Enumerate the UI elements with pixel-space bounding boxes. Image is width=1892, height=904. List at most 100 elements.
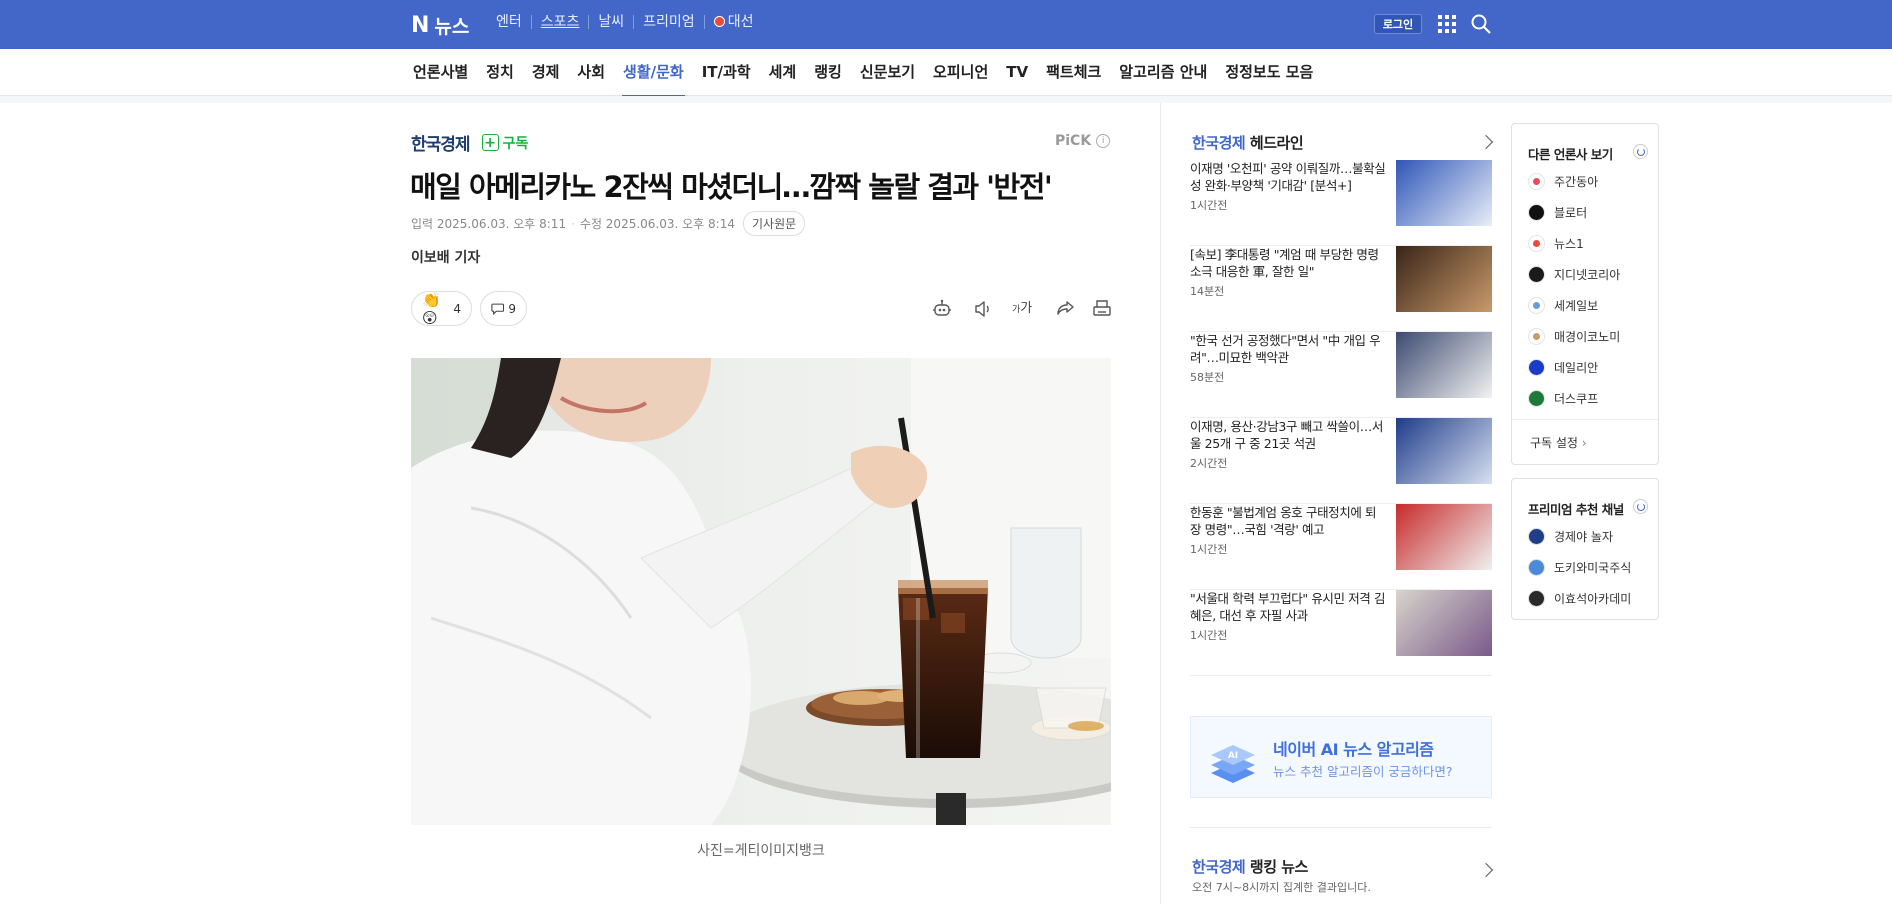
press-list-item[interactable]: 더스쿠프 xyxy=(1528,390,1598,407)
nav-item[interactable]: 정정보도 모음 xyxy=(1216,49,1322,96)
subscribe-button[interactable]: + 구독 xyxy=(481,133,528,153)
nav-item[interactable]: 세계 xyxy=(760,49,806,96)
photo-caption: 사진=게티이미지뱅크 xyxy=(697,843,825,859)
comment-button[interactable]: 9 xyxy=(480,291,527,326)
naver-news-logo[interactable]: N 뉴스 xyxy=(411,12,469,39)
nav-item[interactable]: 신문보기 xyxy=(851,49,924,96)
headline-item[interactable]: "서울대 학력 부끄럽다" 유시민 저격 김혜은, 대선 후 자필 사과 1시간전 xyxy=(1190,590,1492,676)
headline-thumbnail[interactable] xyxy=(1396,160,1492,226)
headline-thumbnail[interactable] xyxy=(1396,332,1492,398)
service-link-election[interactable]: 대선 xyxy=(703,14,763,30)
refresh-icon[interactable] xyxy=(1633,144,1648,159)
headline-thumbnail[interactable] xyxy=(1396,418,1492,484)
service-link-sports[interactable]: 스포츠 xyxy=(530,15,589,29)
nav-item[interactable]: 알고리즘 안내 xyxy=(1110,49,1216,96)
channel-avatar-icon xyxy=(1528,559,1545,576)
speaker-icon[interactable] xyxy=(972,298,994,320)
article-dateline: 입력 2025.06.03. 오후 8:11 · 수정 2025.06.03. … xyxy=(411,211,806,236)
press-name: 블로터 xyxy=(1554,206,1588,220)
headlines-brand: 한국경제 xyxy=(1192,134,1246,152)
comment-icon xyxy=(491,303,505,315)
headline-thumbnail[interactable] xyxy=(1396,504,1492,570)
top-header: N 뉴스 엔터 스포츠 날씨 프리미엄 대선 로그인 xyxy=(0,0,1892,49)
headline-time: 1시간전 xyxy=(1190,543,1228,556)
ranking-suffix: 랭킹 뉴스 xyxy=(1245,858,1308,876)
headline-title[interactable]: "서울대 학력 부끄럽다" 유시민 저격 김혜은, 대선 후 자필 사과 xyxy=(1190,590,1386,624)
pick-label: PiCK xyxy=(1055,133,1092,149)
headline-time: 58분전 xyxy=(1190,371,1225,384)
headline-title[interactable]: 한동훈 "불법계엄 옹호 구태정치에 퇴장 명령"…국힘 '격랑' 예고 xyxy=(1190,504,1386,538)
reporter-name[interactable]: 이보배 기자 xyxy=(411,247,480,267)
nav-item[interactable]: 사회 xyxy=(568,49,614,96)
press-list-item[interactable]: 데일리안 xyxy=(1528,359,1598,376)
press-name: 데일리안 xyxy=(1554,361,1599,375)
subscription-settings-link[interactable]: 구독 설정 › xyxy=(1512,419,1658,464)
headline-thumbnail[interactable] xyxy=(1396,590,1492,656)
chevron-right-icon: › xyxy=(1581,436,1587,450)
premium-channel-item[interactable]: 도키와미국주식 xyxy=(1528,559,1631,576)
headline-thumbnail[interactable] xyxy=(1396,246,1492,312)
headlines-title[interactable]: 한국경제 헤드라인 xyxy=(1192,132,1304,153)
headline-title[interactable]: "한국 선거 공정했다"면서 "中 개입 우려"…미묘한 백악관 xyxy=(1190,332,1386,366)
headline-item[interactable]: "한국 선거 공정했다"면서 "中 개입 우려"…미묘한 백악관 58분전 xyxy=(1190,332,1492,418)
nav-item[interactable]: 정치 xyxy=(477,49,523,96)
press-name: 더스쿠프 xyxy=(1554,392,1599,406)
headline-item[interactable]: 이재명 '오천피' 공약 이뤄질까…불확실성 완화·부양책 '기대감' [분석+… xyxy=(1190,160,1492,246)
nav-item[interactable]: 오피니언 xyxy=(924,49,997,96)
headline-item[interactable]: 한동훈 "불법계엄 옹호 구태정치에 퇴장 명령"…국힘 '격랑' 예고 1시간전 xyxy=(1190,504,1492,590)
press-list-item[interactable]: 매경이코노미 xyxy=(1528,328,1620,345)
nav-item[interactable]: IT/과학 xyxy=(693,49,760,96)
nav-item[interactable]: 팩트체크 xyxy=(1037,49,1110,96)
service-link-election-label: 대선 xyxy=(727,14,754,30)
headline-title[interactable]: 이재명 '오천피' 공약 이뤄질까…불확실성 완화·부양책 '기대감' [분석+… xyxy=(1190,160,1386,194)
naver-n-logo: N xyxy=(411,12,429,38)
reaction-button[interactable]: 👏😲 4 xyxy=(411,291,472,327)
font-size-icon[interactable]: 가가 xyxy=(1012,298,1034,320)
premium-channel-item[interactable]: 이효석아카데미 xyxy=(1528,590,1631,607)
nav-item[interactable]: 랭킹 xyxy=(805,49,851,96)
headline-time: 2시간전 xyxy=(1190,457,1228,470)
nav-item[interactable]: TV xyxy=(997,49,1037,96)
ranking-title[interactable]: 한국경제 랭킹 뉴스 xyxy=(1192,856,1308,877)
channel-avatar-icon xyxy=(1528,590,1545,607)
original-article-button[interactable]: 기사원문 xyxy=(742,211,806,236)
service-link-entertain[interactable]: 엔터 xyxy=(487,15,531,29)
premium-channel-item[interactable]: 경제야 놀자 xyxy=(1528,528,1613,545)
section-divider xyxy=(1190,827,1492,828)
article-photo xyxy=(411,358,1111,825)
login-button[interactable]: 로그인 xyxy=(1374,14,1422,34)
headline-title[interactable]: [속보] 李대통령 "계엄 때 부당한 명령 소극 대응한 軍, 잘한 일" xyxy=(1190,246,1386,280)
headline-title[interactable]: 이재명, 용산·강남3구 빼고 싹쓸이…서울 25개 구 중 21곳 석권 xyxy=(1190,418,1386,452)
ranking-brand: 한국경제 xyxy=(1192,858,1246,876)
headline-item[interactable]: [속보] 李대통령 "계엄 때 부당한 명령 소극 대응한 軍, 잘한 일" 14… xyxy=(1190,246,1492,332)
apps-grid-icon[interactable] xyxy=(1438,15,1456,33)
info-icon[interactable]: i xyxy=(1096,134,1111,148)
headline-time: 1시간전 xyxy=(1190,629,1228,642)
press-list-item[interactable]: 뉴스1 xyxy=(1528,235,1584,252)
press-list-item[interactable]: 세계일보 xyxy=(1528,297,1598,314)
press-list-item[interactable]: 지디넷코리아 xyxy=(1528,266,1620,283)
share-icon[interactable] xyxy=(1054,298,1076,320)
refresh-icon[interactable] xyxy=(1633,499,1648,514)
summary-bot-icon[interactable] xyxy=(931,298,953,320)
service-link-premium[interactable]: 프리미엄 xyxy=(633,15,704,29)
press-logo[interactable]: 한국경제 xyxy=(411,130,471,155)
press-name: 뉴스1 xyxy=(1554,237,1584,251)
headline-item[interactable]: 이재명, 용산·강남3구 빼고 싹쓸이…서울 25개 구 중 21곳 석권 2시간… xyxy=(1190,418,1492,504)
press-list-item[interactable]: 주간동아 xyxy=(1528,173,1598,190)
press-list-item[interactable]: 블로터 xyxy=(1528,204,1587,221)
headlines-more-chevron-icon[interactable] xyxy=(1478,134,1494,150)
print-icon[interactable] xyxy=(1091,298,1113,320)
ranking-more-chevron-icon[interactable] xyxy=(1478,862,1494,878)
press-logo-icon xyxy=(1528,266,1545,283)
nav-item[interactable]: 생활/문화 xyxy=(614,49,693,97)
service-link-weather[interactable]: 날씨 xyxy=(588,15,633,29)
nav-item[interactable]: 언론사별 xyxy=(404,49,477,96)
press-logo-icon xyxy=(1528,297,1545,314)
reaction-count: 4 xyxy=(453,301,461,316)
nav-item[interactable]: 경제 xyxy=(523,49,569,96)
ai-algorithm-banner[interactable]: AI 네이버 AI 뉴스 알고리즘 뉴스 추천 알고리즘이 궁금하다면? xyxy=(1190,716,1492,798)
headline-time: 14분전 xyxy=(1190,285,1225,298)
search-icon[interactable] xyxy=(1470,13,1492,35)
press-logo-icon xyxy=(1528,235,1545,252)
